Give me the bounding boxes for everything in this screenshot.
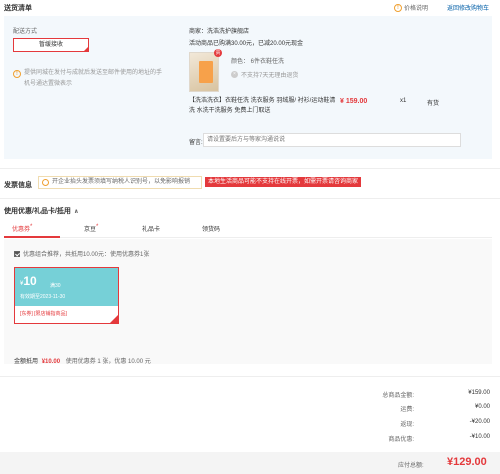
divider	[0, 198, 500, 199]
invoice-tip-text: 开企业抬头发票须填写纳税人识别号，以免影响报销	[52, 179, 191, 185]
info-icon: !	[394, 3, 402, 12]
active-tab-underline	[4, 236, 60, 238]
tab-coupons[interactable]: 优惠券*	[12, 224, 32, 233]
coupon-summary-amount: ¥10.00	[41, 359, 61, 365]
product-price: ¥ 159.00	[340, 98, 368, 105]
delivery-note-text: 提供同城在发付与成就后发送至邮件使用的地址的手机号通达置微表示	[24, 70, 163, 87]
coupon-card-header: ¥10 满30 有效期至2023-11-30	[15, 268, 118, 306]
payable-bar: 应付总额: ¥129.00	[0, 452, 500, 474]
tab-pickup-code[interactable]: 领货码	[202, 224, 220, 233]
coupon-amount: ¥10	[20, 274, 37, 288]
tab-jingdou[interactable]: 京豆*	[84, 224, 98, 233]
coupon-section-title: 使用优惠/礼品卡/抵用	[4, 208, 71, 215]
total-label: 商品优惠:	[388, 437, 414, 443]
delivery-note: ! 提供同城在发付与成就后发送至邮件使用的地址的手机号通达置微表示	[13, 68, 163, 90]
coupon-card[interactable]: ¥10 满30 有效期至2023-11-30 [东券] [限店铺指商品]	[14, 267, 119, 324]
delivery-label: 配送方式	[13, 29, 38, 35]
product-color: 颜色： 6件衣鞋任洗	[231, 59, 285, 65]
price-note-label: 价格说明	[404, 6, 429, 12]
coupon-condition: 满30	[50, 283, 61, 289]
product-stock: 有货	[427, 101, 440, 107]
payable-amount: ¥129.00	[447, 456, 487, 468]
tab-label: 优惠券	[12, 227, 31, 233]
payable-label: 应付总额:	[398, 463, 424, 469]
coupon-summary-label: 金额抵用	[14, 359, 39, 365]
coupon-expiry: 有效期至2023-11-30	[20, 294, 66, 300]
selected-corner-icon	[109, 314, 119, 324]
section-title: 送货清单	[4, 5, 32, 12]
product-box-graphic	[199, 61, 213, 83]
promo-text: 活动商品已购满30.00元，已减20.00元现金	[189, 41, 304, 47]
delivery-method-button[interactable]: 暂缓接收	[13, 38, 89, 52]
product-badge: 贵	[214, 49, 222, 57]
coupon-combo-label: 优惠组合推荐，共抵用10.00元：使用优惠券1张	[23, 252, 150, 258]
divider	[0, 168, 500, 169]
shop-name: 商家：洗浩洗护旗舰店	[189, 29, 250, 35]
coupon-combo-checkbox[interactable]: 优惠组合推荐，共抵用10.00元：使用优惠券1张	[14, 249, 149, 258]
coupon-summary-used: 使用优惠券 1 张，优惠 10.00 元	[65, 359, 151, 365]
checkbox-checked-icon	[14, 250, 20, 257]
coupon-panel: 优惠组合推荐，共抵用10.00元：使用优惠券1张 ¥10 满30 有效期至202…	[4, 239, 492, 365]
coupon-summary: 金额抵用 ¥10.00 使用优惠券 1 张，优惠 10.00 元	[14, 356, 151, 365]
delivery-panel: 配送方式 暂缓接收 ! 提供同城在发付与成就后发送至邮件使用的地址的手机号通达置…	[4, 16, 492, 159]
tab-label: 礼品卡	[142, 227, 161, 233]
tab-star: *	[96, 224, 99, 230]
chevron-up-icon: ∧	[73, 208, 79, 215]
total-value: ¥159.00	[468, 390, 490, 396]
product-quantity: x1	[400, 98, 407, 104]
total-label: 总商品金额:	[382, 393, 414, 399]
total-value: -¥20.00	[469, 419, 490, 425]
invoice-warning-badge: 本地生活商品可能不支持在线开票，如需开票请咨询商家	[205, 177, 362, 187]
coupon-section-toggle[interactable]: 使用优惠/礼品卡/抵用 ∧	[4, 206, 79, 216]
total-value: -¥10.00	[469, 434, 490, 440]
shop-section: 商家：洗浩洗护旗舰店 活动商品已购满30.00元，已减20.00元现金 贵 颜色…	[178, 16, 492, 159]
total-label: 返现:	[400, 422, 414, 428]
tab-star: *	[30, 224, 33, 230]
delivery-method-label: 暂缓接收	[38, 42, 63, 48]
total-value: ¥0.00	[474, 404, 490, 410]
tab-label: 京豆	[84, 227, 97, 233]
tab-label: 领货码	[202, 227, 221, 233]
product-image[interactable]: 贵	[189, 49, 222, 92]
product-title[interactable]: 【洗浩洗衣】衣鞋任洗 洗衣服务 羽绒服/ 衬衫/运动鞋清洗 水洗干洗服务 免费上…	[189, 96, 337, 116]
total-label: 运费:	[400, 407, 414, 413]
selected-corner-icon	[83, 46, 89, 52]
lightbulb-icon	[42, 179, 49, 186]
warning-icon: !	[13, 70, 21, 78]
remark-label: 留言:	[189, 140, 203, 146]
coupon-tabs: 优惠券* 京豆* 礼品卡 领货码	[4, 219, 492, 238]
tab-gift-card[interactable]: 礼品卡	[142, 224, 160, 233]
back-to-cart-link[interactable]: 返回修改购物车	[447, 3, 489, 12]
coupon-amount-value: 10	[23, 274, 37, 288]
divider	[0, 376, 500, 377]
no-return-label: 不支持7天无理由退货	[241, 73, 299, 79]
remark-input[interactable]	[203, 133, 461, 147]
no-return-tag: × 不支持7天无理由退货	[231, 70, 298, 79]
order-header: 送货清单 ! 价格说明 返回修改购物车	[0, 0, 500, 14]
price-note-link[interactable]: ! 价格说明	[394, 3, 428, 12]
no-return-icon: ×	[231, 71, 238, 78]
coupon-scope: [东券] [限店铺指商品]	[20, 311, 67, 317]
invoice-tip[interactable]: 开企业抬头发票须填写纳税人识别号，以免影响报销	[38, 176, 202, 189]
invoice-title: 发票信息	[4, 182, 32, 189]
delivery-method-section: 配送方式 暂缓接收 ! 提供同城在发付与成就后发送至邮件使用的地址的手机号通达置…	[4, 16, 174, 159]
